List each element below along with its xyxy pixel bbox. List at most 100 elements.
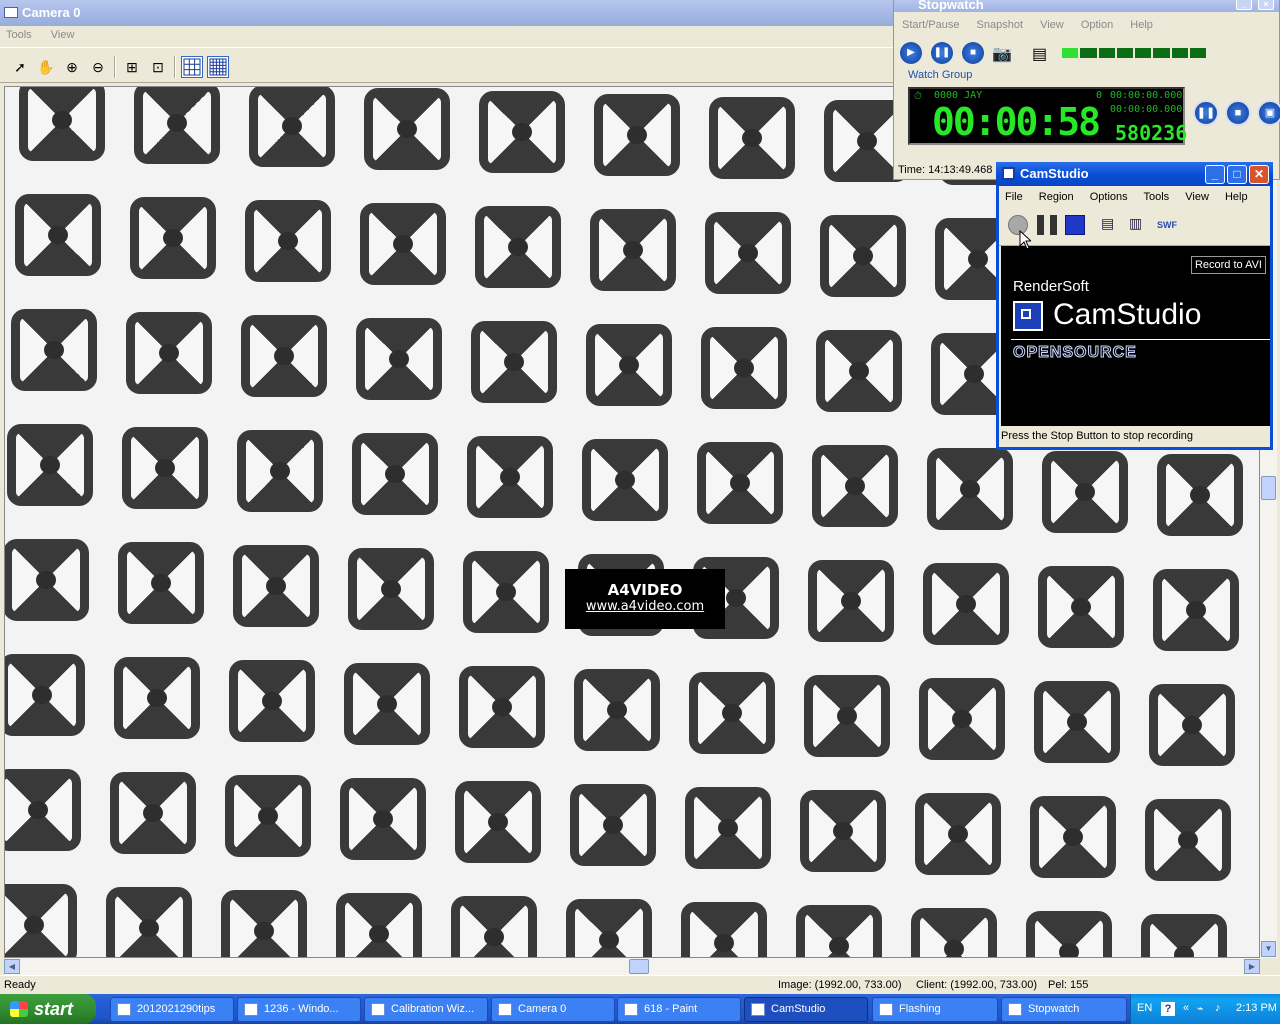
camera-icon[interactable]: 📷 <box>992 44 1012 64</box>
taskbar-item[interactable]: Calibration Wiz... <box>364 997 488 1022</box>
taskbar-item[interactable]: Stopwatch <box>1001 997 1127 1022</box>
horizontal-scroll-thumb[interactable] <box>629 959 649 974</box>
pause-icon[interactable] <box>1037 215 1057 235</box>
grid-icon[interactable] <box>181 56 203 78</box>
mouse-cursor-icon <box>1019 230 1031 250</box>
pause-icon[interactable]: ❚❚ <box>1193 100 1219 126</box>
pointer-icon[interactable]: ➚ <box>9 56 31 78</box>
calibration-target <box>812 445 898 527</box>
taskbar-item-label: Camera 0 <box>518 1003 567 1015</box>
taskbar-item[interactable]: Flashing <box>872 997 998 1022</box>
region-icon[interactable]: ▤ <box>1101 215 1121 235</box>
menu-tools[interactable]: Tools <box>6 29 32 41</box>
status-client-coords: Client: (1992.00, 733.00) <box>916 979 1038 991</box>
menu-help[interactable]: Help <box>1130 19 1153 31</box>
menu-options[interactable]: Options <box>1090 191 1128 203</box>
toolbar-separator <box>174 56 176 78</box>
menu-view[interactable]: View <box>51 29 75 41</box>
taskbar-item[interactable]: 2012021290tips <box>110 997 234 1022</box>
window-icon <box>4 7 18 18</box>
calibration-target <box>340 778 426 860</box>
calibration-target <box>463 551 549 633</box>
maximize-icon[interactable]: □ <box>1227 165 1247 184</box>
help-icon[interactable]: ? <box>1161 1002 1175 1016</box>
log-icon[interactable]: ▤ <box>1032 44 1047 64</box>
calibration-target <box>455 781 541 863</box>
taskbar-item[interactable]: Camera 0 <box>491 997 615 1022</box>
menu-file[interactable]: File <box>1005 191 1023 203</box>
calibration-target <box>923 563 1009 645</box>
zoom-in-icon[interactable]: ⊕ <box>61 56 83 78</box>
calibration-target <box>804 675 890 757</box>
taskbar-item[interactable]: 1236 - Windo... <box>237 997 361 1022</box>
volume-icon[interactable]: ♪ <box>1215 1002 1221 1014</box>
calibration-target <box>241 315 327 397</box>
stop-icon[interactable] <box>1065 215 1085 235</box>
close-icon[interactable]: × <box>1258 0 1274 10</box>
stopwatch-title-bar[interactable]: Stopwatch _ × <box>894 0 1279 12</box>
calibration-target <box>697 442 783 524</box>
minimize-icon[interactable]: _ <box>1205 165 1225 184</box>
calibration-target <box>471 321 557 403</box>
camera-icon[interactable]: ▣ <box>1257 100 1280 126</box>
camstudio-status: Press the Stop Button to stop recording <box>1001 430 1194 442</box>
camstudio-title: CamStudio <box>1020 166 1089 181</box>
menu-view[interactable]: View <box>1040 19 1064 31</box>
calibration-target <box>360 203 446 285</box>
menu-snapshot[interactable]: Snapshot <box>977 19 1023 31</box>
stop-icon[interactable]: ■ <box>1225 100 1251 126</box>
clock[interactable]: 2:13 PM <box>1236 1002 1277 1014</box>
taskbar-item-label: 2012021290tips <box>137 1003 216 1015</box>
windows-logo-icon <box>10 1001 28 1017</box>
calibration-target <box>475 206 561 288</box>
close-icon[interactable]: ✕ <box>1249 165 1269 184</box>
status-image-coords: Image: (1992.00, 733.00) <box>778 979 902 991</box>
start-button[interactable]: start <box>0 994 96 1024</box>
calibration-target <box>467 436 553 518</box>
camstudio-title-bar[interactable]: CamStudio _ □ ✕ <box>996 162 1273 186</box>
watermark-url[interactable]: www.a4video.com <box>565 599 725 614</box>
menu-region[interactable]: Region <box>1039 191 1074 203</box>
zoom-fit-icon[interactable]: ⊡ <box>147 56 169 78</box>
image-icon <box>244 1003 258 1016</box>
vertical-scroll-thumb[interactable] <box>1261 476 1276 500</box>
minimize-icon[interactable]: _ <box>1236 0 1252 10</box>
status-ready: Ready <box>4 979 36 991</box>
menu-view[interactable]: View <box>1185 191 1209 203</box>
clock-icon: ⏱ <box>914 91 922 102</box>
annotation-icon[interactable]: ▥ <box>1129 215 1149 235</box>
calibration-target <box>796 905 882 957</box>
scroll-down-icon[interactable]: ▼ <box>1261 941 1276 957</box>
menu-option[interactable]: Option <box>1081 19 1113 31</box>
menu-start-pause[interactable]: Start/Pause <box>902 19 959 31</box>
taskbar-item-label: 618 - Paint <box>644 1003 698 1015</box>
taskbar: start 2012021290tips 1236 - Windo... Calib… <box>0 994 1280 1024</box>
record-mode-label: Record to AVI <box>1190 256 1266 274</box>
menu-help[interactable]: Help <box>1225 191 1248 203</box>
edition-label: OPENSOURCE <box>1013 344 1137 362</box>
calibration-target <box>586 324 672 406</box>
camstudio-window: CamStudio _ □ ✕ File Region Options Tool… <box>996 162 1273 450</box>
taskbar-item[interactable]: 618 - Paint <box>617 997 741 1022</box>
chevron-left-icon[interactable]: « <box>1183 1002 1189 1014</box>
network-icon[interactable]: ⌁ <box>1197 1002 1204 1015</box>
scroll-right-icon[interactable]: ▶ <box>1244 959 1260 974</box>
calibration-target <box>249 87 335 167</box>
language-indicator[interactable]: EN <box>1137 1002 1152 1014</box>
calibration-target <box>364 88 450 170</box>
hand-icon[interactable]: ✋ <box>35 56 57 78</box>
fine-grid-icon[interactable] <box>207 56 229 78</box>
stop-icon[interactable]: ■ <box>962 42 984 64</box>
scroll-left-icon[interactable]: ◀ <box>4 959 20 974</box>
calibration-target <box>5 884 77 957</box>
taskbar-item[interactable]: CamStudio <box>744 997 868 1022</box>
calibration-target <box>233 545 319 627</box>
zoom-out-icon[interactable]: ⊖ <box>87 56 109 78</box>
pause-icon[interactable]: ❚❚ <box>931 42 953 64</box>
toolbar-separator <box>114 56 116 78</box>
zoom-region-icon[interactable]: ⊞ <box>121 56 143 78</box>
swf-icon[interactable]: SWF <box>1157 215 1177 235</box>
horizontal-scrollbar[interactable]: ◀ ▶ <box>4 958 1260 975</box>
play-icon[interactable]: ▶ <box>900 42 922 64</box>
menu-tools[interactable]: Tools <box>1144 191 1170 203</box>
